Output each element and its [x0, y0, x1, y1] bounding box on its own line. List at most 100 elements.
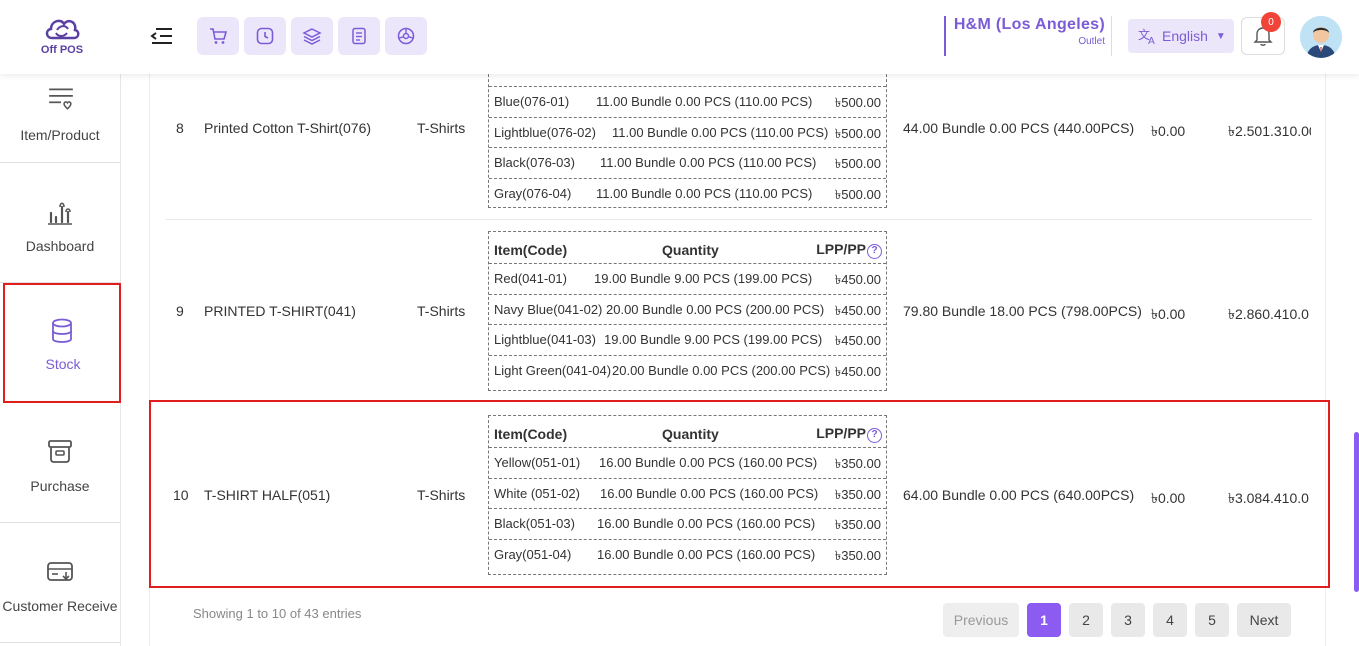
row-amount: ৳0.00: [1151, 123, 1186, 139]
logo-text: Off POS: [40, 44, 84, 56]
variant-price: ৳500.00: [834, 95, 881, 110]
chevron-down-icon: ▼: [1215, 30, 1226, 42]
row-total-qty: 44.00 Bundle 0.00 PCS (440.00PCS): [903, 120, 1135, 136]
sidebar-item-customer-receive[interactable]: Customer Receive: [0, 523, 120, 643]
variant-header-item: Item(Code): [494, 242, 568, 258]
variant-header-price: LPP/PP?: [816, 241, 882, 259]
notification-count-badge: 0: [1261, 12, 1281, 32]
variant-qty: 19.00 Bundle 9.00 PCS (199.00 PCS): [604, 332, 823, 347]
variant-price: ৳500.00: [834, 186, 881, 202]
variant-header: Item(Code) Quantity LPP/PP?: [489, 232, 886, 263]
bar-chart-icon: [48, 202, 72, 225]
variant-row: Light Green(041-04) 20.00 Bundle 0.00 PC…: [489, 354, 886, 386]
user-avatar[interactable]: [1300, 16, 1342, 58]
outlet-selector[interactable]: H&M (Los Angeles) Outlet: [944, 16, 1112, 56]
variant-qty: 11.00 Bundle 0.00 PCS (110.00 PCS): [612, 124, 829, 140]
variant-price: ৳450.00: [834, 272, 881, 287]
row-item-name: Printed Cotton T-Shirt(076): [204, 120, 372, 136]
main-content: 8 Printed Cotton T-Shirt(076) T-Shirts B…: [121, 54, 1359, 646]
pos-cart-button[interactable]: [197, 17, 239, 55]
variant-price: ৳450.00: [834, 302, 881, 318]
entries-info: Showing 1 to 10 of 43 entries: [193, 606, 362, 621]
row-amount: ৳0.00: [1151, 306, 1186, 322]
table-row: 9 PRINTED T-SHIRT(041) T-Shirts Item(Cod…: [150, 220, 1310, 400]
sidebar-item-label: Item/Product: [20, 127, 100, 143]
variant-row: Black(076-03) 11.00 Bundle 0.00 PCS (110…: [489, 147, 886, 178]
variant-item: Navy Blue(041-02): [494, 301, 603, 317]
outlet-name: H&M (Los Angeles): [953, 16, 1105, 33]
sidebar-item-label: Dashboard: [25, 238, 95, 254]
document-icon: [352, 27, 366, 45]
variant-item: Red(041-01): [494, 271, 567, 286]
pagination-page-2[interactable]: 2: [1069, 603, 1103, 637]
pagination-page-3[interactable]: 3: [1111, 603, 1145, 637]
sidebar-item-dashboard[interactable]: Dashboard: [0, 163, 120, 283]
sidebar-item-stock[interactable]: Stock: [3, 283, 121, 403]
sidebar-collapse-button[interactable]: [150, 24, 174, 48]
language-label: English: [1162, 28, 1208, 44]
variant-qty: 11.00 Bundle 0.00 PCS (110.00 PCS): [600, 155, 817, 170]
sidebar-item-purchase[interactable]: Purchase: [0, 403, 120, 523]
sidebar-item-label: Purchase: [30, 478, 90, 494]
variant-price: ৳500.00: [834, 125, 881, 141]
layers-icon: [302, 28, 322, 45]
variant-row: Navy Blue(041-02) 20.00 Bundle 0.00 PCS …: [489, 293, 886, 325]
variant-qty: 11.00 Bundle 0.00 PCS (110.00 PCS): [596, 94, 813, 109]
variant-row: Lightblue(041-03) 19.00 Bundle 9.00 PCS …: [489, 324, 886, 355]
time-button[interactable]: [244, 17, 286, 55]
variant-qty: 19.00 Bundle 9.00 PCS (199.00 PCS): [594, 271, 813, 286]
cloud-logo-icon: [45, 19, 80, 40]
variant-row: Gray(076-04) 11.00 Bundle 0.00 PCS (110.…: [489, 177, 886, 209]
row-total-value: ৳2.501.310.00: [1228, 123, 1311, 139]
selected-row-highlight: [149, 400, 1330, 588]
archive-box-icon: [48, 440, 72, 463]
variant-item: Light Green(041-04): [494, 362, 612, 378]
row-category: T-Shirts: [417, 120, 466, 136]
row-serial: 8: [176, 120, 184, 136]
variant-header-price-label: LPP/PP: [816, 241, 866, 257]
variant-qty: 20.00 Bundle 0.00 PCS (200.00 PCS): [612, 362, 831, 378]
table-row: 8 Printed Cotton T-Shirt(076) T-Shirts B…: [150, 54, 1311, 219]
variant-table: Item(Code) Quantity LPP/PP? Red(041-01) …: [488, 231, 887, 391]
variant-price: ৳450.00: [834, 333, 881, 348]
translate-icon: 文 A: [1138, 27, 1155, 45]
row-category: T-Shirts: [417, 303, 466, 319]
sidebar-item-label: Stock: [45, 356, 81, 372]
collapse-menu-icon: [150, 28, 172, 44]
variant-item: Lightblue(041-03): [494, 332, 596, 347]
variant-price: ৳450.00: [834, 363, 881, 379]
item-list-icon: [49, 88, 73, 110]
vertical-scrollbar[interactable]: [1354, 432, 1359, 592]
database-icon: [52, 318, 72, 343]
variant-item: Lightblue(076-02): [494, 124, 596, 140]
pagination-page-4[interactable]: 4: [1153, 603, 1187, 637]
variant-header-quantity: Quantity: [662, 242, 719, 258]
dashboard-gauge-icon: [397, 27, 415, 45]
report-button[interactable]: [338, 17, 380, 55]
variant-row: Lightblue(076-02) 11.00 Bundle 0.00 PCS …: [489, 116, 886, 148]
language-dropdown[interactable]: 文 A English ▼: [1128, 19, 1234, 53]
sidebar-item-label: Customer Receive: [2, 598, 118, 614]
variant-row: Red(041-01) 19.00 Bundle 9.00 PCS (199.0…: [489, 263, 886, 294]
svg-text:A: A: [1148, 36, 1155, 45]
support-button[interactable]: [385, 17, 427, 55]
variant-price: ৳500.00: [834, 156, 881, 171]
pagination-page-1[interactable]: 1: [1027, 603, 1061, 637]
variant-qty: 20.00 Bundle 0.00 PCS (200.00 PCS): [606, 301, 825, 317]
variant-table: Blue(076-01) 11.00 Bundle 0.00 PCS (110.…: [488, 54, 887, 208]
pagination-page-5[interactable]: 5: [1195, 603, 1229, 637]
help-icon[interactable]: ?: [867, 244, 882, 259]
receive-card-icon: [47, 562, 73, 581]
row-serial: 9: [176, 303, 184, 319]
variant-item: Gray(076-04): [494, 185, 572, 201]
logo[interactable]: Off POS: [36, 12, 88, 62]
variant-qty: 11.00 Bundle 0.00 PCS (110.00 PCS): [596, 185, 813, 201]
row-total-qty: 79.80 Bundle 18.00 PCS (798.00PCS): [903, 303, 1142, 319]
outlet-type: Outlet: [1078, 36, 1105, 47]
pagination-previous-button[interactable]: Previous: [943, 603, 1019, 637]
pagination-next-button[interactable]: Next: [1237, 603, 1291, 637]
variant-item: Black(076-03): [494, 155, 575, 170]
layers-button[interactable]: [291, 17, 333, 55]
row-item-name: PRINTED T-SHIRT(041): [204, 303, 356, 319]
clock-icon: [256, 27, 274, 45]
